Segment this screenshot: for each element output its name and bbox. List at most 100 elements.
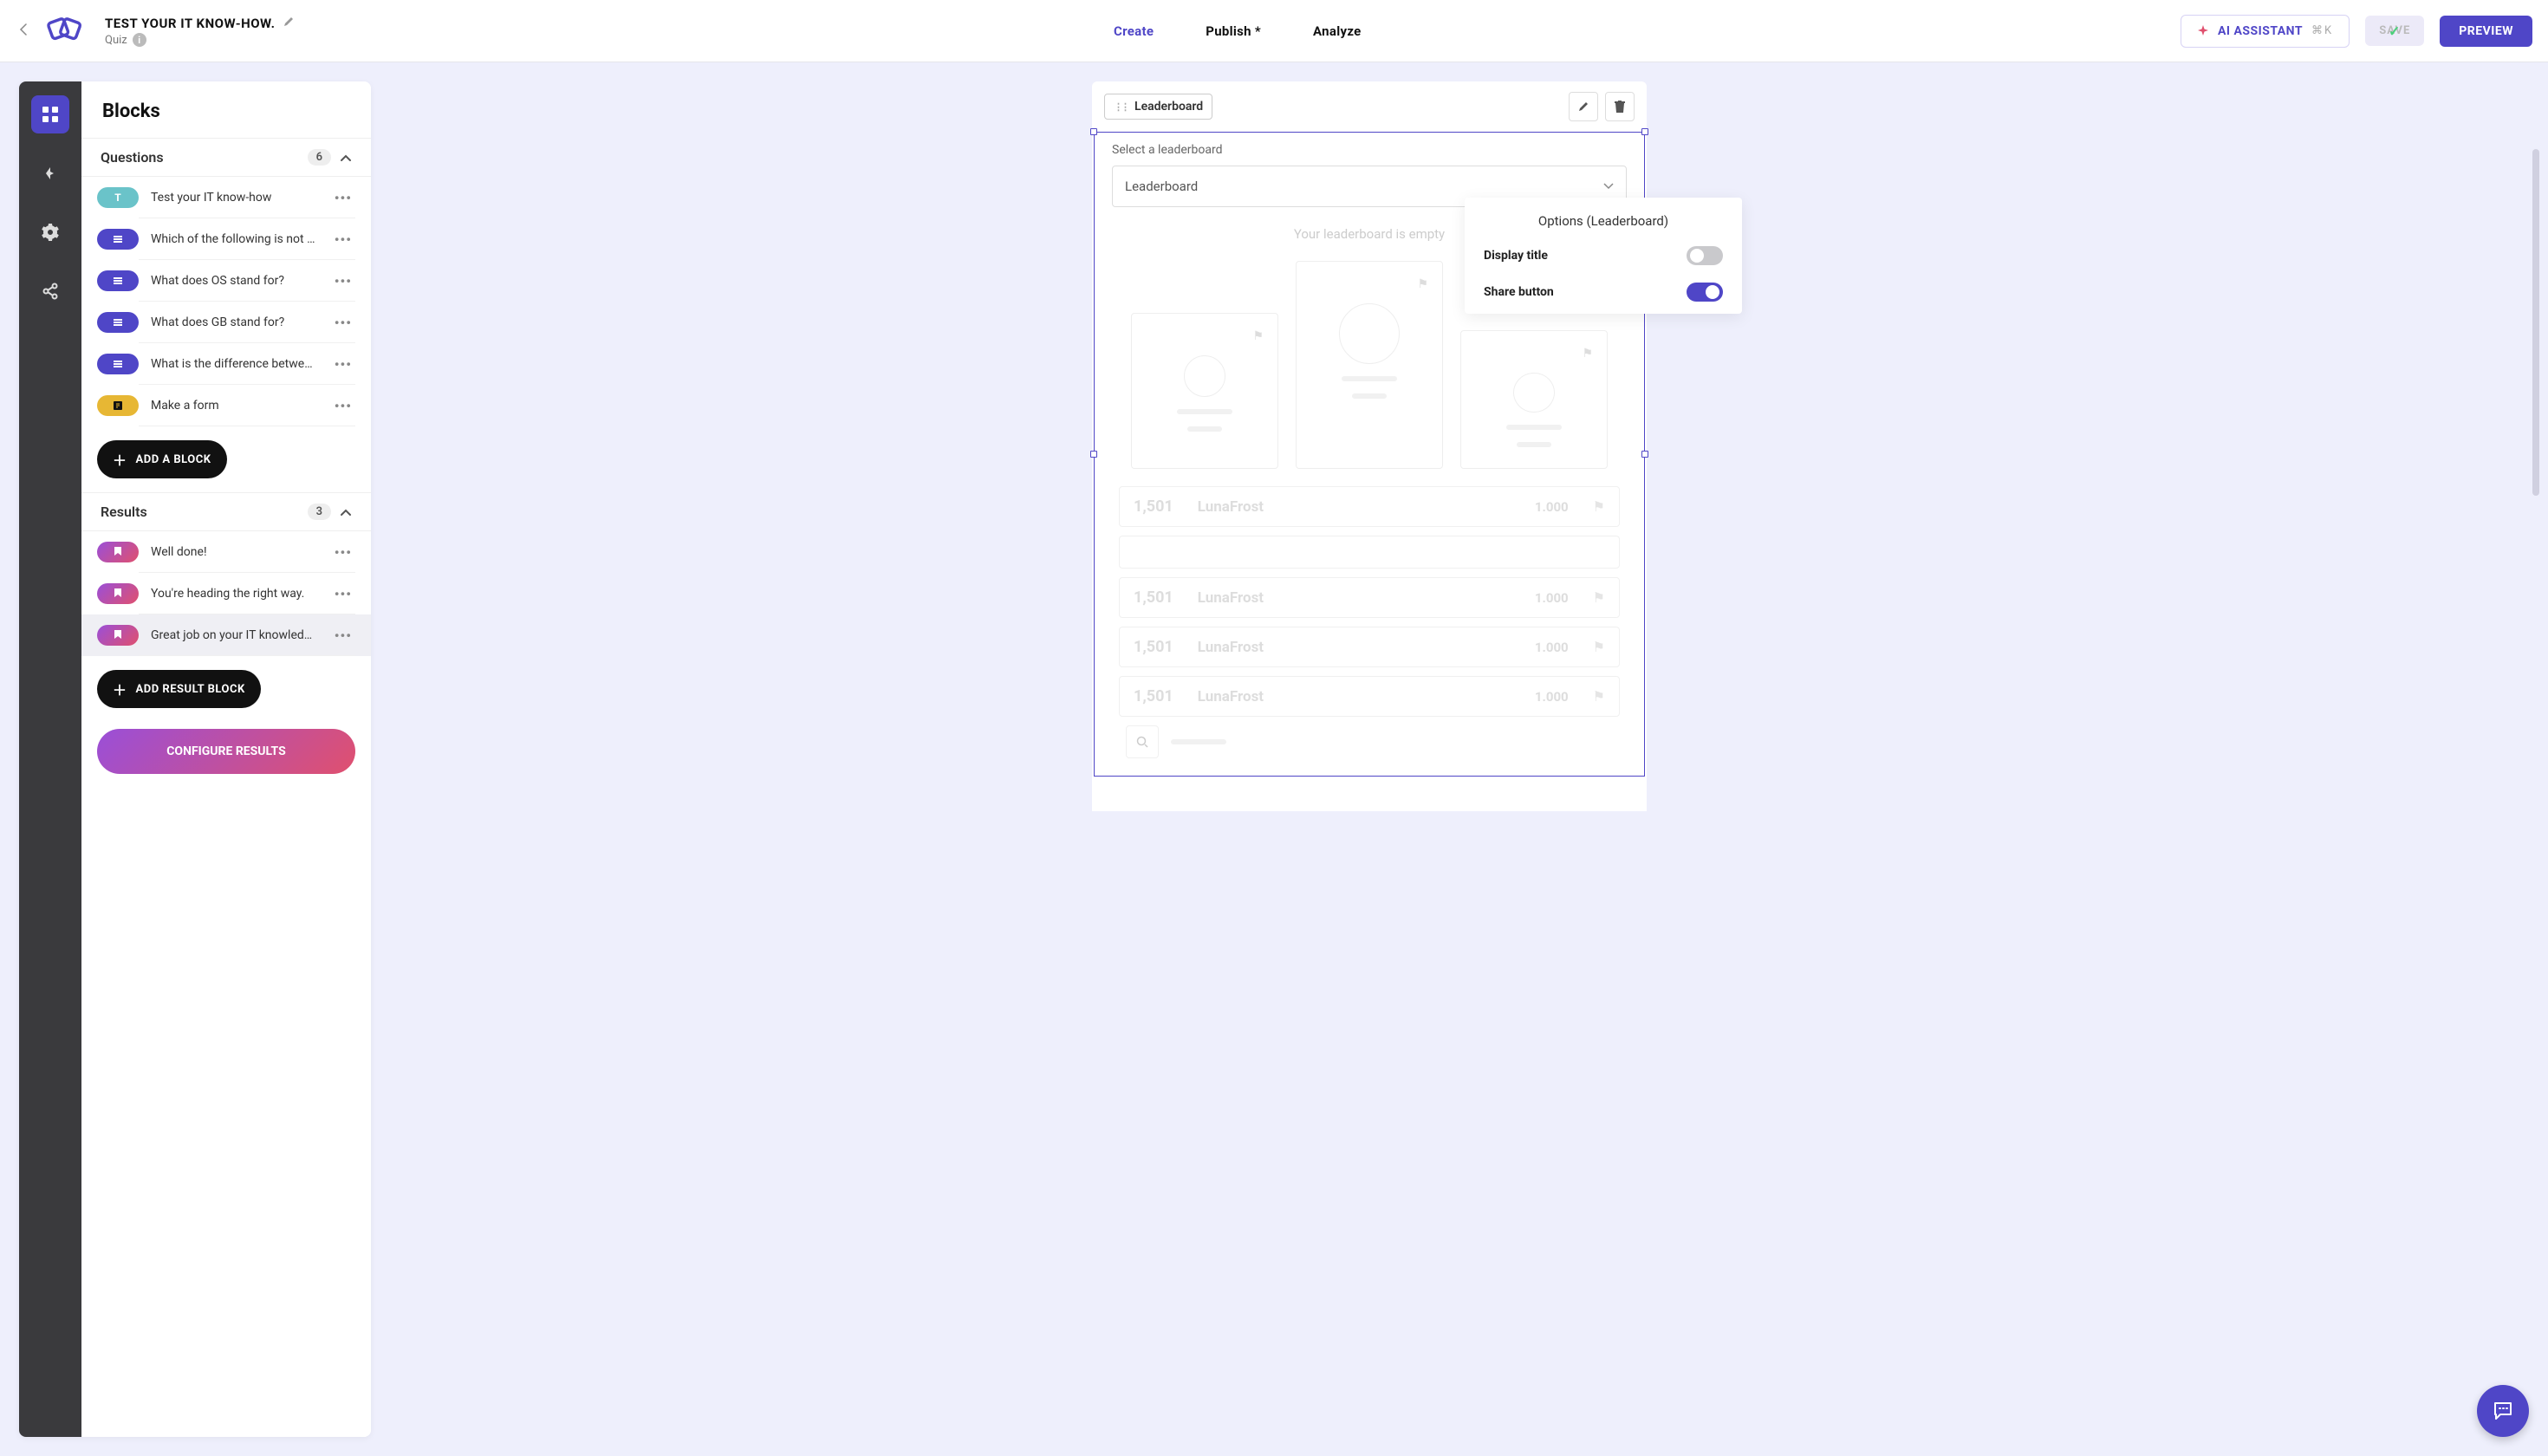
rail-settings-icon[interactable] [31,213,69,251]
page-title: TEST YOUR IT KNOW-HOW. [105,16,276,31]
select-leaderboard-label: Select a leaderboard [1112,143,1627,157]
top-bar: TEST YOUR IT KNOW-HOW. Quiz i Create Pub… [0,0,2548,62]
avatar-placeholder [1184,355,1225,397]
rail-design-icon[interactable] [31,154,69,192]
question-item-4[interactable]: What is the difference betwe… ••• [81,343,371,385]
question-item-5[interactable]: Make a form ••• [81,385,371,426]
back-chevron-icon[interactable] [16,19,30,42]
leaderboard-row: 1,501 LunaFrost 1.000 ⚑ [1119,627,1620,667]
result-item-1[interactable]: You're heading the right way. ••• [81,573,371,614]
chevron-up-icon [340,149,352,166]
resize-handle[interactable] [1641,451,1648,458]
preview-button[interactable]: PREVIEW [2440,16,2532,47]
block-tag-label: Leaderboard [1134,100,1203,114]
question-item-0[interactable]: T Test your IT know-how ••• [81,177,371,218]
question-label: Make a form [151,399,319,413]
configure-results-button[interactable]: CONFIGURE RESULTS [97,729,355,774]
section-results-label: Results [101,504,147,520]
result-item-2[interactable]: Great job on your IT knowled… ••• [81,614,371,656]
more-icon[interactable]: ••• [331,398,355,414]
search-icon[interactable] [1126,725,1159,758]
save-check-icon: ✓ [2389,23,2401,39]
canvas-scrollbar[interactable] [2532,149,2539,496]
placeholder-line [1506,425,1562,430]
more-icon[interactable]: ••• [331,544,355,561]
question-item-2[interactable]: What does OS stand for? ••• [81,260,371,302]
result-item-0[interactable]: Well done! ••• [81,531,371,573]
placeholder-line [1177,409,1232,414]
lb-name: LunaFrost [1198,688,1511,705]
avatar-placeholder [1339,303,1400,364]
lb-score: 1.000 [1535,590,1569,606]
save-button[interactable]: SAVE ✓ [2365,16,2424,46]
more-icon[interactable]: ••• [331,356,355,373]
popover-title: Options (Leaderboard) [1484,213,1723,229]
resize-handle[interactable] [1090,451,1097,458]
block-type-tag[interactable]: ⋮⋮ Leaderboard [1104,94,1212,120]
canvas: ⋮⋮ Leaderboard Select a leaderboard [1092,81,1647,811]
chevron-down-icon [1603,183,1614,190]
nav-create[interactable]: Create [1114,23,1154,39]
section-results-head[interactable]: Results 3 [81,492,371,531]
result-block-icon [97,625,139,646]
lb-rank: 1,501 [1134,588,1173,607]
chat-fab[interactable] [2477,1385,2529,1437]
question-item-3[interactable]: What does GB stand for? ••• [81,302,371,343]
list-block-icon [97,312,139,333]
placeholder-line [1352,393,1387,399]
select-value: Leaderboard [1125,179,1198,194]
more-icon[interactable]: ••• [331,273,355,289]
rail-blocks-icon[interactable] [31,95,69,133]
more-icon[interactable]: ••• [331,231,355,248]
result-label: Great job on your IT knowled… [151,628,319,642]
question-label: What does OS stand for? [151,274,319,288]
section-questions-label: Questions [101,149,164,166]
more-icon[interactable]: ••• [331,627,355,644]
add-block-label: ADD A BLOCK [136,453,211,466]
flag-icon: ⚑ [1582,347,1593,361]
questions-count: 6 [308,149,331,166]
podium-first: ⚑ [1296,261,1443,469]
left-rail [19,81,81,1437]
flag-icon: ⚑ [1417,277,1428,291]
option-display-title-label: Display title [1484,249,1548,263]
info-icon[interactable]: i [133,33,146,47]
flag-icon: ⚑ [1593,589,1605,606]
list-block-icon [97,354,139,374]
leaderboard-row: 1,501 LunaFrost 1.000 ⚑ [1119,486,1620,527]
result-label: You're heading the right way. [151,587,319,601]
question-item-1[interactable]: Which of the following is not … ••• [81,218,371,260]
more-icon[interactable]: ••• [331,315,355,331]
resize-handle[interactable] [1641,128,1648,135]
toggle-display-title[interactable] [1687,246,1723,265]
flag-icon: ⚑ [1593,688,1605,705]
edit-title-icon[interactable] [283,15,295,31]
add-block-button[interactable]: ＋ ADD A BLOCK [97,440,227,478]
blocks-panel: Blocks Questions 6 T Test your IT know-h… [81,81,371,1437]
flag-icon: ⚑ [1252,329,1264,343]
more-icon[interactable]: ••• [331,190,355,206]
question-label: Which of the following is not … [151,232,319,246]
delete-block-icon[interactable] [1605,92,1635,121]
lb-name: LunaFrost [1198,498,1511,516]
options-popover: Options (Leaderboard) Display title Shar… [1465,198,1742,314]
podium-third: ⚑ [1460,330,1608,469]
result-block-icon [97,583,139,604]
section-questions-head[interactable]: Questions 6 [81,138,371,177]
lb-name: LunaFrost [1198,639,1511,656]
plus-icon: ＋ [113,679,127,699]
leaderboard-search-row [1119,725,1620,758]
lb-rank: 1,501 [1134,687,1173,705]
rail-share-icon[interactable] [31,272,69,310]
more-icon[interactable]: ••• [331,586,355,602]
add-result-button[interactable]: ＋ ADD RESULT BLOCK [97,670,261,708]
podium-second: ⚑ [1131,313,1278,469]
avatar-placeholder [1513,373,1555,413]
ai-assistant-button[interactable]: AI ASSISTANT ⌘K [2181,15,2350,48]
left-dock: Blocks Questions 6 T Test your IT know-h… [19,81,371,1437]
edit-block-icon[interactable] [1569,92,1598,121]
resize-handle[interactable] [1090,128,1097,135]
toggle-share-button[interactable] [1687,283,1723,302]
nav-publish[interactable]: Publish * [1206,23,1261,39]
nav-analyze[interactable]: Analyze [1313,23,1362,39]
